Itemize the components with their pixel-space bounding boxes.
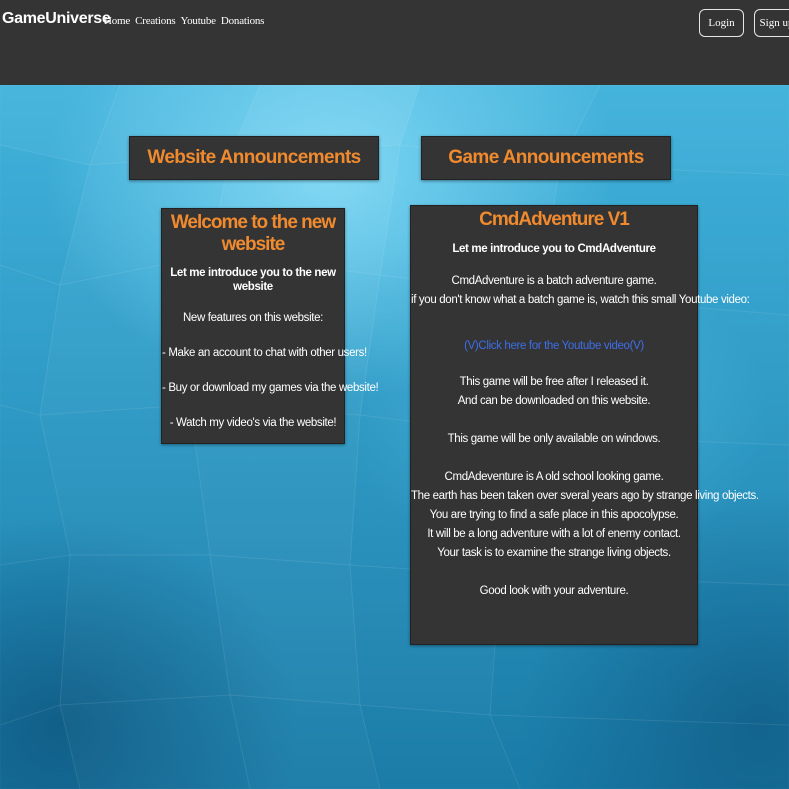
nav-link-donations[interactable]: Donations <box>221 15 265 27</box>
feature-item: - Buy or download my games via the websi… <box>162 382 379 394</box>
nav-link-creations[interactable]: Creations <box>135 15 176 27</box>
game-description: if you don't know what a batch game is, … <box>411 294 750 306</box>
game-platform-info: This game will be only available on wind… <box>447 433 661 445</box>
nav-link-youtube[interactable]: Youtube <box>180 15 216 27</box>
signup-button[interactable]: Sign up <box>754 9 789 37</box>
game-announcement-card: CmdAdventure V1 Let me introduce you to … <box>410 205 759 645</box>
game-free-info: This game will be free after I released … <box>459 376 649 388</box>
nav-links: Home Creations Youtube Donations <box>104 15 269 27</box>
youtube-video-link[interactable]: (V)Click here for the Youtube video(V) <box>464 340 644 352</box>
game-card-subtitle: Let me introduce you to CmdAdventure <box>452 243 656 255</box>
top-navbar: GameUniverse Home Creations Youtube Dona… <box>0 0 789 85</box>
website-announcements-header: Website Announcements <box>129 136 379 180</box>
game-story-line: You are trying to find a safe place in t… <box>429 509 679 521</box>
website-card-subtitle: Let me introduce you to the new website <box>170 267 336 293</box>
feature-item: - Watch my video's via the website! <box>169 417 337 429</box>
features-intro: New features on this website: <box>182 312 324 324</box>
game-announcements-header: Game Announcements <box>421 136 671 180</box>
brand-logo[interactable]: GameUniverse <box>2 10 111 28</box>
game-story-line: CmdAdeventure is A old school looking ga… <box>444 471 664 483</box>
game-story-line: Your task is to examine the strange livi… <box>437 547 671 559</box>
login-button[interactable]: Login <box>699 9 744 37</box>
game-description: CmdAdventure is a batch adventure game. <box>451 275 657 287</box>
feature-item: - Make an account to chat with other use… <box>162 347 367 359</box>
game-closing-line: Good look with your adventure. <box>479 585 629 597</box>
game-story-line: The earth has been taken over sveral yea… <box>411 490 759 502</box>
game-story-line: It will be a long adventure with a lot o… <box>427 528 681 540</box>
website-announcement-card: Welcome to the new website Let me introd… <box>161 208 379 444</box>
website-card-title: Welcome to the new website <box>170 212 336 255</box>
game-card-title: CmdAdventure V1 <box>479 209 630 230</box>
game-free-info: And can be downloaded on this website. <box>457 395 651 407</box>
nav-link-home[interactable]: Home <box>104 15 130 27</box>
